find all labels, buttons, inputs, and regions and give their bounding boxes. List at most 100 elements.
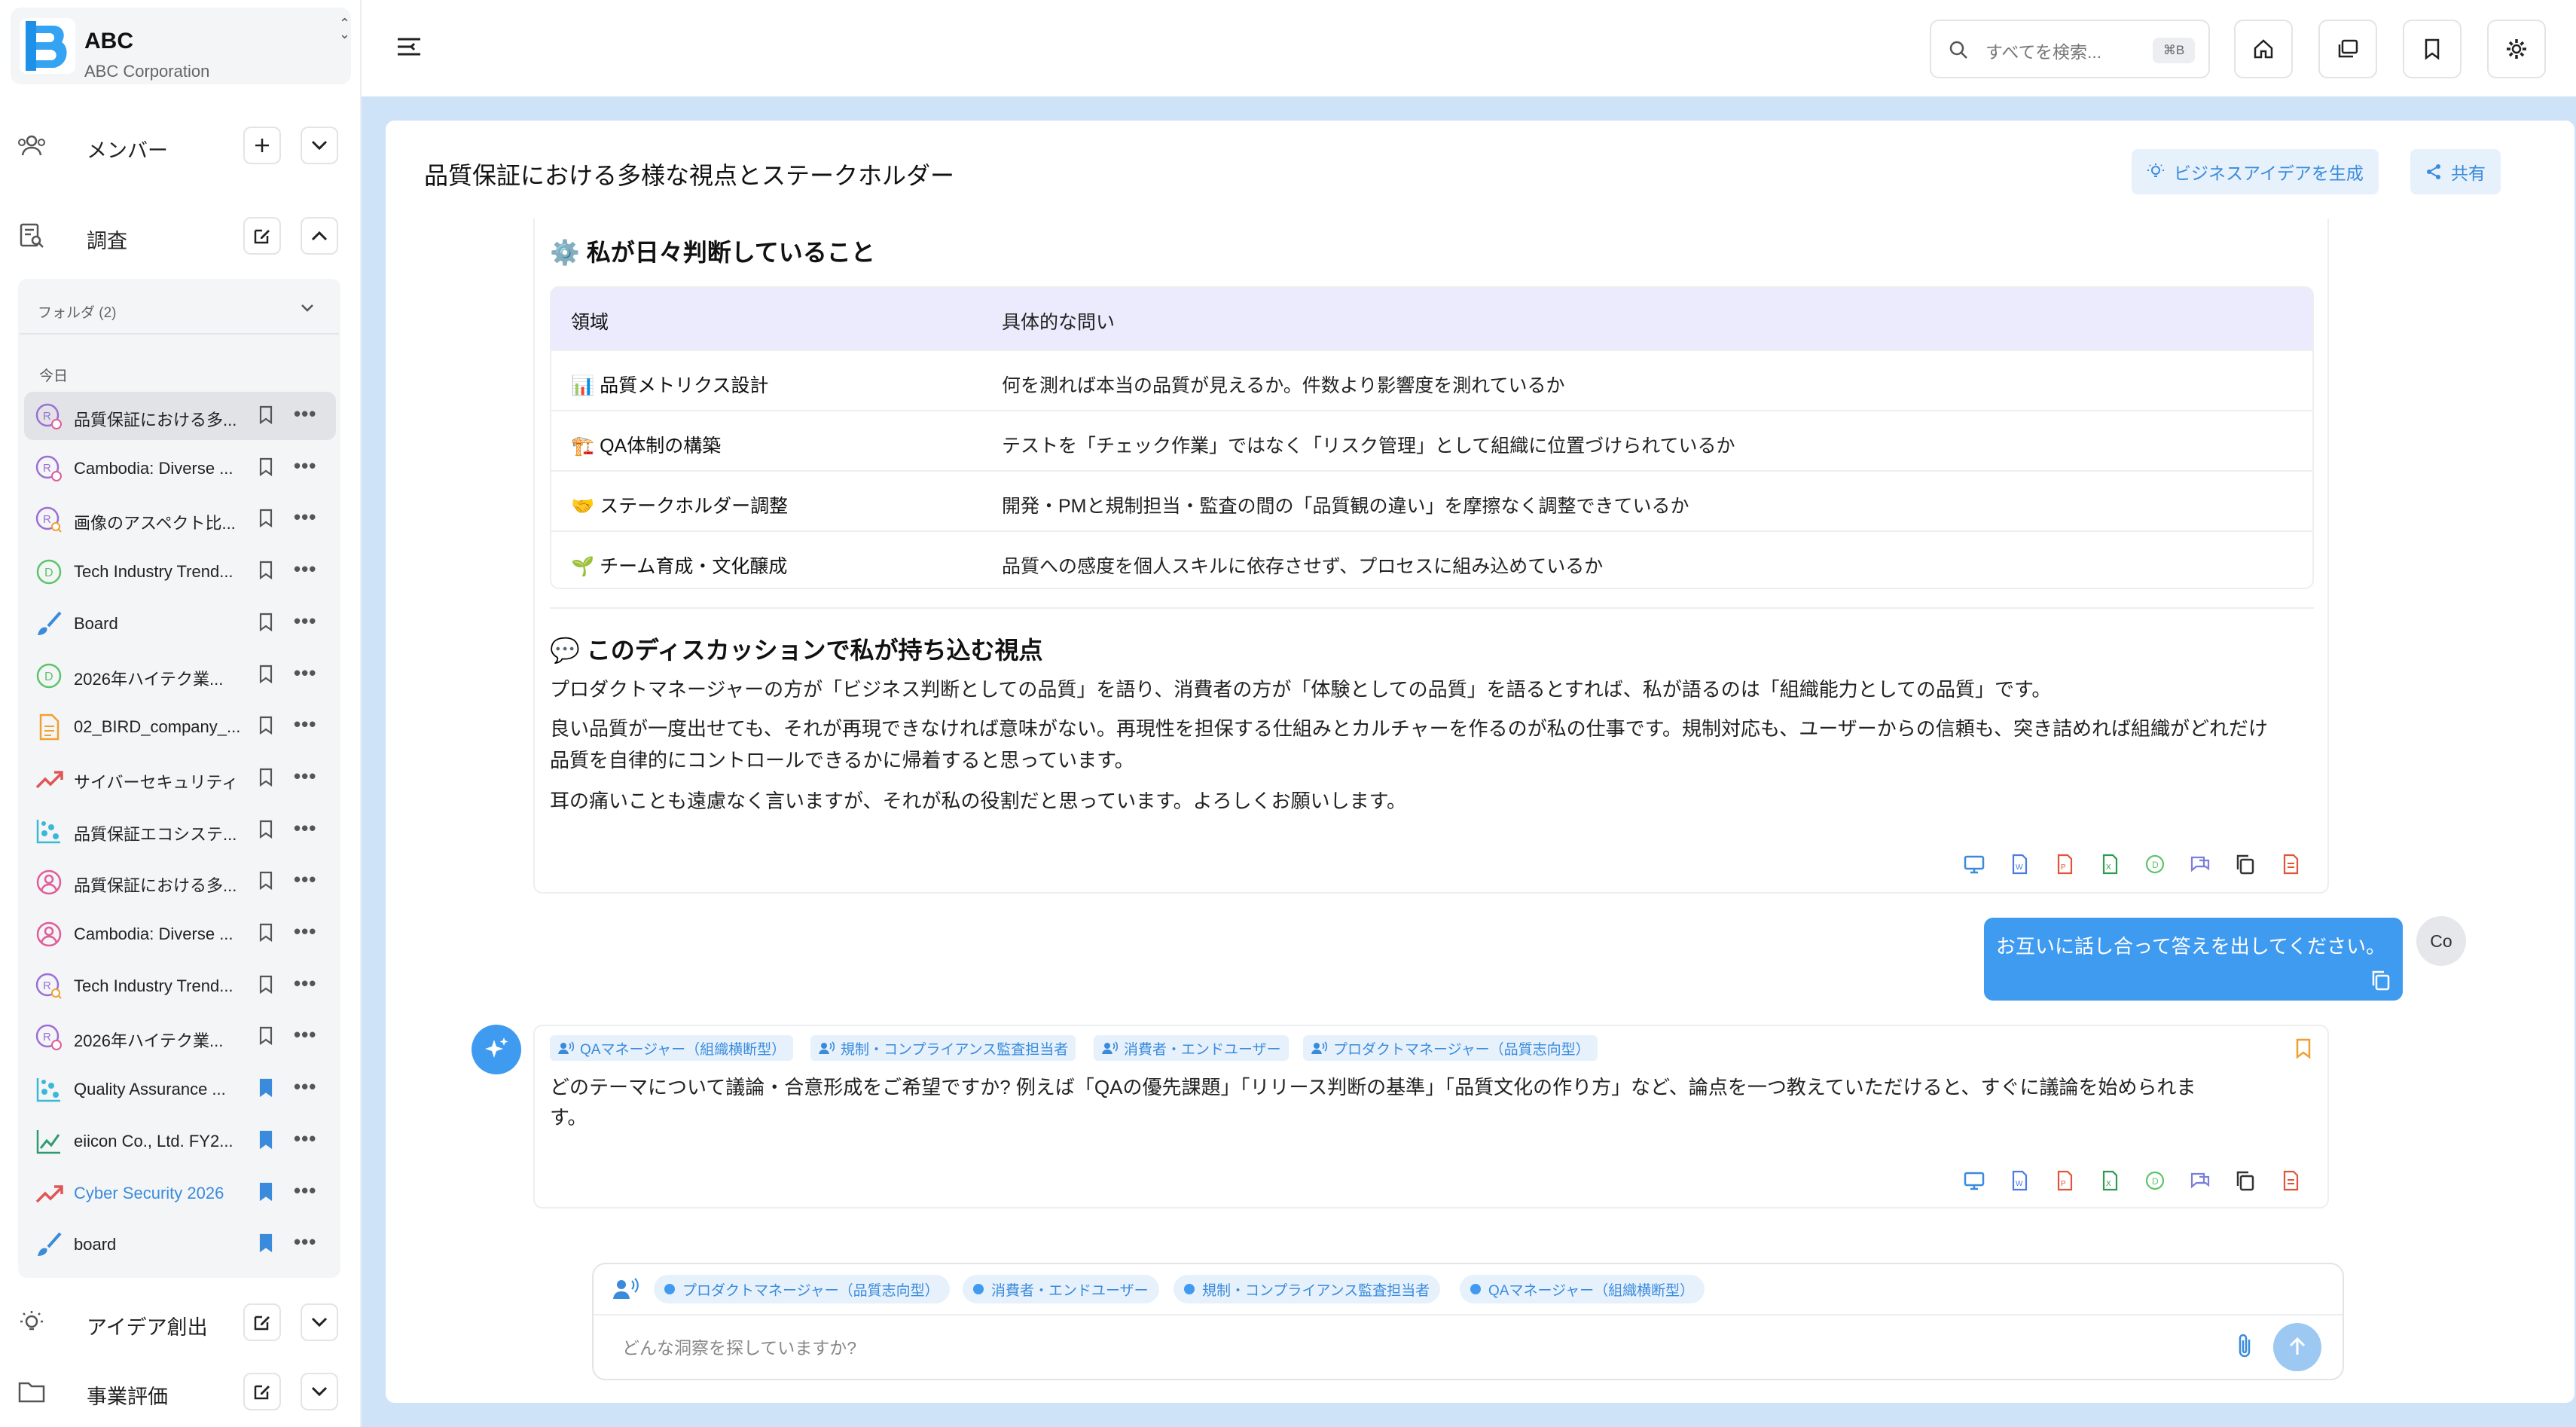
sidebar-toggle-icon[interactable] [396,30,422,63]
evaluation-expand-button[interactable] [301,1373,338,1410]
research-list-item[interactable]: R 品質保証における多... ••• [24,392,336,440]
d-circle-icon[interactable]: D [2144,1169,2166,1192]
d-circle-icon[interactable]: D [2144,853,2166,875]
new-idea-button[interactable] [243,1303,281,1341]
more-options-icon[interactable]: ••• [294,611,316,631]
research-list-item[interactable]: R 画像のアスペクト比... ••• [24,495,336,543]
persona-select-icon[interactable] [612,1276,640,1300]
copy-icon[interactable] [2370,969,2392,992]
word-doc-icon[interactable]: W [2008,853,2031,875]
persona-chat-icon[interactable] [2189,853,2211,875]
bookmark-icon[interactable] [258,820,274,839]
generate-idea-button[interactable]: ビジネスアイデアを生成 [2132,149,2379,194]
bookmark-icon[interactable] [258,1026,274,1046]
presentation-icon[interactable] [1963,853,1985,875]
research-list-item[interactable]: 品質保証における多... ••• [24,857,336,906]
research-list-item[interactable]: board ••• [24,1220,336,1268]
excel-icon[interactable]: X [2098,1169,2121,1192]
persona-chat-icon[interactable] [2189,1169,2211,1192]
excel-icon[interactable]: X [2098,853,2121,875]
research-list-item[interactable]: Cyber Security 2026 ••• [24,1169,336,1217]
bookmark-icon[interactable] [258,768,274,787]
new-research-button[interactable] [243,217,281,255]
section-evaluation[interactable]: 事業評価 [0,1364,362,1416]
message-input[interactable]: どんな洞察を探していますか? [622,1334,856,1359]
composer-persona-tag[interactable]: 規制・コンプライアンス監査担当者 [1174,1275,1441,1303]
composer-persona-tag[interactable]: プロダクトマネージャー（品質志向型） [654,1275,950,1303]
bookmark-icon[interactable] [258,1233,274,1253]
workspace-switcher[interactable]: ABC ABC Corporation ⌃ ⌄ [11,8,351,84]
more-options-icon[interactable]: ••• [294,1025,316,1044]
research-list-item[interactable]: Board ••• [24,599,336,647]
bookmarks-button[interactable] [2403,20,2462,78]
library-button[interactable] [2318,20,2377,78]
more-options-icon[interactable]: ••• [294,921,316,941]
more-options-icon[interactable]: ••• [294,1232,316,1251]
presentation-icon[interactable] [1963,1169,1985,1192]
pdf-icon[interactable]: P [2053,853,2076,875]
copy-icon[interactable] [2234,1169,2257,1192]
more-options-icon[interactable]: ••• [294,1077,316,1096]
add-member-button[interactable] [243,127,281,164]
bookmark-icon[interactable] [258,1182,274,1202]
paperclip-icon[interactable] [2236,1332,2254,1359]
new-evaluation-button[interactable] [243,1373,281,1410]
research-list-item[interactable]: サイバーセキュリティ ••• [24,754,336,802]
report-icon[interactable] [2279,853,2302,875]
bookmark-icon[interactable] [258,871,274,891]
bookmark-icon[interactable] [258,405,274,425]
more-options-icon[interactable]: ••• [294,1181,316,1200]
settings-button[interactable] [2487,20,2546,78]
composer-persona-tag[interactable]: 消費者・エンドユーザー [963,1275,1159,1303]
research-list-item[interactable]: D 2026年ハイテク業... ••• [24,651,336,699]
bookmark-icon[interactable] [258,457,274,477]
bookmark-icon[interactable] [258,716,274,735]
research-list-item[interactable]: eiicon Co., Ltd. FY2... ••• [24,1117,336,1165]
more-options-icon[interactable]: ••• [294,456,316,475]
research-list-item[interactable]: R Cambodia: Diverse ... ••• [24,444,336,492]
bookmark-icon[interactable] [258,613,274,632]
word-doc-icon[interactable]: W [2008,1169,2031,1192]
research-list-item[interactable]: Quality Assurance ... ••• [24,1065,336,1113]
more-options-icon[interactable]: ••• [294,869,316,889]
ideas-expand-button[interactable] [301,1303,338,1341]
bookmark-icon[interactable] [258,1130,274,1150]
research-list-item[interactable]: Cambodia: Diverse ... ••• [24,909,336,958]
research-list-item[interactable]: R 2026年ハイテク業... ••• [24,1013,336,1061]
research-list-item[interactable]: 02_BIRD_company_... ••• [24,702,336,750]
bookmark-icon[interactable] [258,975,274,995]
folder-toggle[interactable]: フォルダ (2) [20,289,339,335]
send-button[interactable] [2273,1323,2321,1371]
bookmark-icon[interactable] [258,509,274,528]
more-options-icon[interactable]: ••• [294,818,316,838]
more-options-icon[interactable]: ••• [294,559,316,579]
bookmark-icon[interactable] [258,665,274,684]
more-options-icon[interactable]: ••• [294,973,316,993]
report-icon[interactable] [2279,1169,2302,1192]
more-options-icon[interactable]: ••• [294,507,316,527]
more-options-icon[interactable]: ••• [294,1129,316,1148]
pdf-icon[interactable]: P [2053,1169,2076,1192]
composer-persona-tag[interactable]: QAマネージャー（組織横断型） [1460,1275,1705,1303]
section-members[interactable]: メンバー [0,118,362,170]
research-list-item[interactable]: D Tech Industry Trend... ••• [24,547,336,595]
bookmark-icon[interactable] [258,1078,274,1098]
more-options-icon[interactable]: ••• [294,714,316,734]
section-research[interactable]: 調査 [0,208,362,261]
research-list-item[interactable]: R Tech Industry Trend... ••• [24,961,336,1010]
search-box[interactable]: すべてを検索... ⌘B [1930,20,2210,78]
more-options-icon[interactable]: ••• [294,663,316,683]
members-expand-button[interactable] [301,127,338,164]
more-options-icon[interactable]: ••• [294,766,316,786]
share-button[interactable]: 共有 [2410,149,2501,194]
copy-icon[interactable] [2234,853,2257,875]
section-ideas[interactable]: アイデア創出 [0,1294,362,1347]
bookmark-icon[interactable] [258,923,274,943]
home-button[interactable] [2234,20,2293,78]
research-collapse-button[interactable] [301,217,338,255]
bookmark-icon[interactable] [258,561,274,580]
table-row: 🤝 ステークホルダー調整 開発・PMと規制担当・監査の間の「品質観の違い」を摩擦… [551,470,2312,530]
more-options-icon[interactable]: ••• [294,404,316,423]
bookmark-icon[interactable] [2294,1038,2312,1059]
research-list-item[interactable]: 品質保証エコシステ... ••• [24,806,336,854]
